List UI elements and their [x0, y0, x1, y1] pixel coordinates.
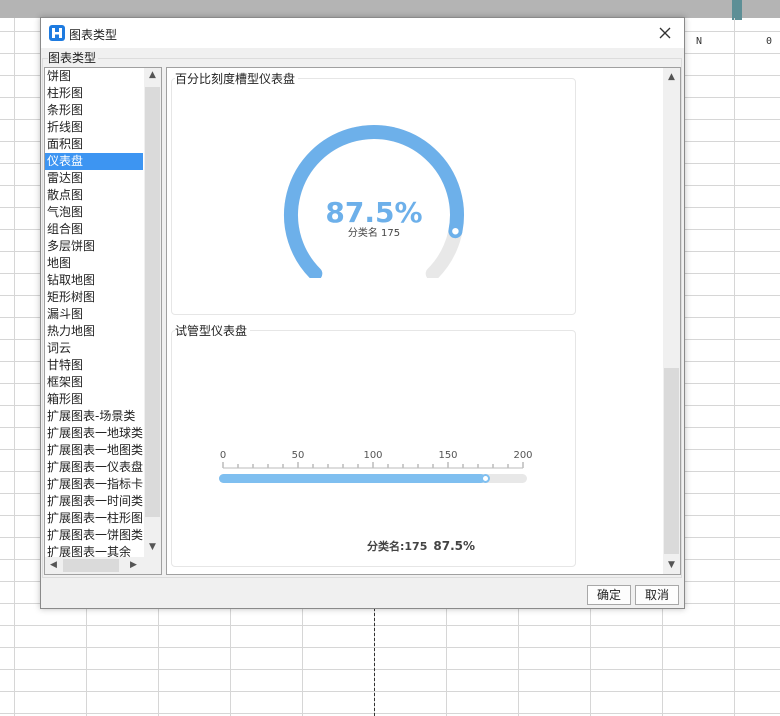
- chart-type-item[interactable]: 散点图: [45, 187, 143, 204]
- cancel-button[interactable]: 取消: [635, 585, 679, 605]
- chart-type-dialog: 图表类型 图表类型 饼图 柱形图 条形图 折线图 面积图 仪表盘 雷达图 散点图 气泡图 组合图多…: [40, 17, 685, 609]
- list-vertical-scrollbar[interactable]: ▲ ▼: [144, 68, 161, 557]
- chart-type-items: 饼图 柱形图 条形图 折线图 面积图 仪表盘 雷达图 散点图 气泡图 组合图 多层饼图 地图 钻取地图矩…: [45, 68, 143, 561]
- scroll-right-icon[interactable]: ▶: [125, 560, 142, 570]
- page-break-line: [374, 608, 375, 716]
- list-hscroll-thumb[interactable]: [63, 559, 119, 572]
- chart-type-item[interactable]: 多层饼图: [45, 238, 143, 255]
- chart-type-group-label: 图表类型: [48, 49, 99, 66]
- tube-tick-label: 150: [438, 450, 457, 461]
- scroll-up-icon[interactable]: ▲: [144, 70, 161, 80]
- tube-tick-label: 200: [513, 450, 532, 461]
- ok-button[interactable]: 确定: [587, 585, 631, 605]
- tube-fill: [219, 474, 486, 483]
- chart-type-item[interactable]: 扩展图表一指标卡: [45, 476, 143, 493]
- preview-scroll-up-icon[interactable]: ▲: [663, 72, 680, 82]
- chart-type-item[interactable]: 热力地图: [45, 323, 143, 340]
- spreadsheet-accent: [732, 0, 742, 20]
- scroll-corner: [144, 557, 161, 574]
- chart-type-item[interactable]: 甘特图: [45, 357, 143, 374]
- chart-type-list[interactable]: 饼图 柱形图 条形图 折线图 面积图 仪表盘 雷达图 散点图 气泡图 组合图 多层饼图 地图 钻取地图矩…: [44, 67, 162, 575]
- gauge-chart: [284, 125, 464, 278]
- chart-type-item[interactable]: 箱形图: [45, 391, 143, 408]
- chart-type-item[interactable]: 地图: [45, 255, 143, 272]
- chart-type-item[interactable]: 扩展图表-场景类: [45, 408, 143, 425]
- gauge-preview-title: 百分比刻度槽型仪表盘: [175, 70, 299, 87]
- chart-type-item[interactable]: 矩形树图: [45, 289, 143, 306]
- chart-type-item[interactable]: 仪表盘: [45, 153, 143, 170]
- preview-scroll-down-icon[interactable]: ▼: [663, 560, 680, 570]
- cell-zero: 0: [766, 36, 773, 47]
- chart-type-item[interactable]: 词云: [45, 340, 143, 357]
- tube-category-label: 分类名:175: [367, 540, 428, 553]
- preview-vertical-scrollbar[interactable]: ▲ ▼: [663, 68, 680, 574]
- chart-type-item[interactable]: 面积图: [45, 136, 143, 153]
- scroll-left-icon[interactable]: ◀: [45, 560, 62, 570]
- chart-type-item[interactable]: 折线图: [45, 119, 143, 136]
- close-icon[interactable]: [653, 22, 677, 44]
- list-scroll-thumb[interactable]: [145, 87, 160, 517]
- spreadsheet-toolbar: [0, 0, 780, 18]
- tube-info: 分类名:175 87.5%: [367, 538, 475, 554]
- chart-type-item[interactable]: 漏斗图: [45, 306, 143, 323]
- chart-type-item[interactable]: 框架图: [45, 374, 143, 391]
- chart-type-item[interactable]: 雷达图: [45, 170, 143, 187]
- chart-type-item[interactable]: 条形图: [45, 102, 143, 119]
- chart-preview-panel: 百分比刻度槽型仪表盘 87.5% 分类名 175 试管型仪表盘 0 50 100 15…: [166, 67, 681, 575]
- dialog-title: 图表类型: [69, 28, 118, 42]
- chart-type-item[interactable]: 扩展图表一柱形图: [45, 510, 143, 527]
- tube-tick-label: 50: [292, 450, 305, 461]
- chart-type-item[interactable]: 扩展图表一地图类: [45, 442, 143, 459]
- chart-type-item[interactable]: 扩展图表一时间类: [45, 493, 143, 510]
- chart-type-item[interactable]: 扩展图表一地球类: [45, 425, 143, 442]
- chart-type-item[interactable]: 气泡图: [45, 204, 143, 221]
- chart-type-item[interactable]: 柱形图: [45, 85, 143, 102]
- chart-type-item[interactable]: 扩展图表一饼图类: [45, 527, 143, 544]
- cell-n: N: [696, 36, 703, 47]
- app-logo-icon: [49, 25, 65, 41]
- chart-type-item[interactable]: 扩展图表一仪表盘: [45, 459, 143, 476]
- preview-scroll-thumb[interactable]: [664, 368, 679, 554]
- dialog-titlebar[interactable]: 图表类型: [41, 18, 684, 48]
- scroll-down-icon[interactable]: ▼: [144, 542, 161, 552]
- tube-gauge-chart: 0 50 100 150 200: [219, 450, 533, 483]
- chart-type-item[interactable]: 组合图: [45, 221, 143, 238]
- tube-preview-title: 试管型仪表盘: [175, 322, 251, 339]
- tube-tick-label: 100: [363, 450, 382, 461]
- chart-type-item[interactable]: 饼图: [45, 68, 143, 85]
- tube-percent-label: 87.5%: [433, 539, 476, 553]
- tube-tick-label: 0: [220, 450, 226, 461]
- gauge-category-label: 分类名 175: [347, 228, 401, 239]
- gauge-end-marker: [449, 225, 462, 237]
- chart-type-item[interactable]: 钻取地图: [45, 272, 143, 289]
- tube-end-marker: [481, 474, 490, 483]
